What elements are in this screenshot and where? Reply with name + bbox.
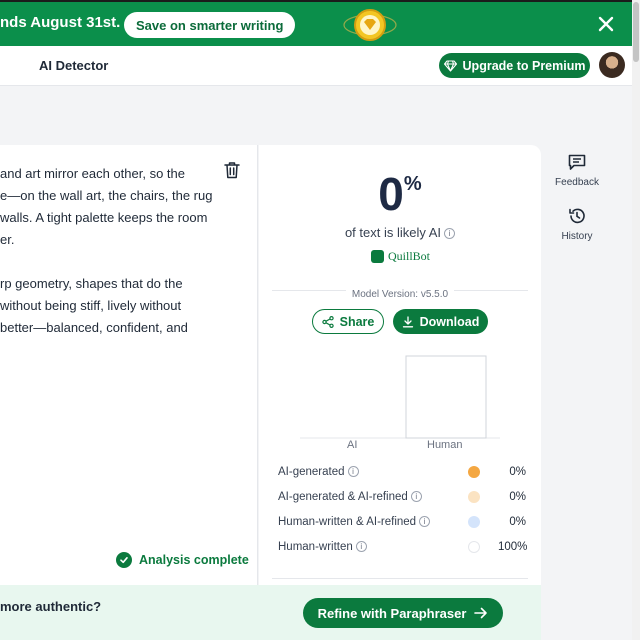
feedback-label: Feedback [555,177,599,188]
cta-question: more authentic? [0,599,102,614]
legend-value: 0% [509,491,526,503]
diamond-icon [443,59,457,72]
results-panel: 0% of text is likely AI i QuillBot Model … [259,145,541,585]
info-icon[interactable]: i [419,516,431,528]
legend-dot [468,541,480,553]
ai-score: 0% [259,167,541,221]
text-line: without being stiff, lively without [0,298,182,313]
legend-row-ai-generated-refined: AI-generated & AI-refined i 0% [278,488,526,506]
banner-text: nds August 31st. [0,14,121,31]
feedback-icon [568,154,586,170]
chart-category-ai: AI [347,439,358,451]
text-line: rp geometry, shapes that do the [0,276,183,291]
text-line: better—balanced, confident, and [0,320,188,335]
download-button[interactable]: Download [393,309,488,334]
text-line: and art mirror each other, so the [0,166,185,181]
history-tool[interactable]: History [547,207,607,242]
refine-label: Refine with Paraphraser [317,605,467,621]
likely-ai-label: of text is likely AI [344,225,442,240]
legend-row-human-written-refined: Human-written & AI-refined i 0% [278,513,526,531]
score-unit: % [403,173,422,195]
page-scrollbar[interactable] [632,0,640,640]
diamond-badge-icon [343,9,397,41]
share-icon [321,315,334,328]
upgrade-premium-label: Upgrade to Premium [462,58,586,73]
share-button[interactable]: Share [312,309,384,334]
score-value: 0 [378,168,404,220]
model-version-label: Model Version: v5.5.0 [345,289,455,300]
share-label: Share [339,314,375,329]
download-label: Download [419,314,480,329]
legend-value: 0% [509,466,526,478]
trash-icon[interactable] [224,161,240,179]
history-label: History [561,231,593,242]
legend-row-human-written: Human-written i 100% [278,538,528,556]
info-icon[interactable]: i [347,466,359,478]
info-icon[interactable]: i [410,491,422,503]
page-title: AI Detector [39,58,109,73]
app-header: AI Detector Upgrade to Premium [0,46,640,86]
info-icon[interactable]: i [355,541,367,553]
download-icon [402,315,413,327]
text-editor[interactable]: and art mirror each other, so the e—on t… [0,145,258,585]
paraphraser-cta-bar: more authentic? Refine with Paraphraser [0,585,541,640]
analysis-status: Analysis complete [116,552,249,568]
feedback-tool[interactable]: Feedback [547,154,607,188]
editor-text[interactable]: and art mirror each other, so the e—on t… [0,163,230,339]
model-version: Model Version: v5.5.0 [259,284,541,302]
legend-dot [468,516,480,528]
text-line: er. [0,232,15,247]
arrow-right-icon [474,607,488,619]
check-circle-icon [116,552,132,568]
quillbot-logo-icon [371,250,384,263]
save-on-writing-button[interactable]: Save on smarter writing [124,12,296,38]
text-line: walls. A tight palette keeps the room [0,210,208,225]
scrollbar-thumb[interactable] [633,2,639,62]
analysis-status-label: Analysis complete [139,553,249,567]
close-icon[interactable] [594,12,618,36]
ai-human-bar-chart [300,355,500,439]
legend-value: 0% [509,516,526,528]
legend-dot [468,491,480,503]
bar-human [405,355,487,439]
brand-name: QuillBot [388,249,431,263]
likely-ai-text: of text is likely AI i [259,225,541,240]
promo-banner: nds August 31st. Save on smarter writing [0,0,640,46]
info-icon[interactable]: i [444,228,456,240]
chart-category-human: Human [427,439,463,451]
upgrade-premium-button[interactable]: Upgrade to Premium [439,53,590,78]
refine-paraphraser-button[interactable]: Refine with Paraphraser [303,598,503,628]
avatar[interactable] [599,52,625,78]
legend-label: AI-generated [278,466,345,478]
legend-value: 100% [498,541,528,553]
legend-label: Human-written & AI-refined [278,516,417,528]
legend-label: Human-written [278,541,353,553]
history-icon [569,208,585,224]
legend-label: AI-generated & AI-refined [278,491,408,503]
legend-row-ai-generated: AI-generated i 0% [278,463,526,481]
legend-dot [468,466,480,478]
divider [272,578,528,579]
quillbot-logo: QuillBot [371,249,430,264]
text-line: e—on the wall art, the chairs, the rug [0,188,213,203]
